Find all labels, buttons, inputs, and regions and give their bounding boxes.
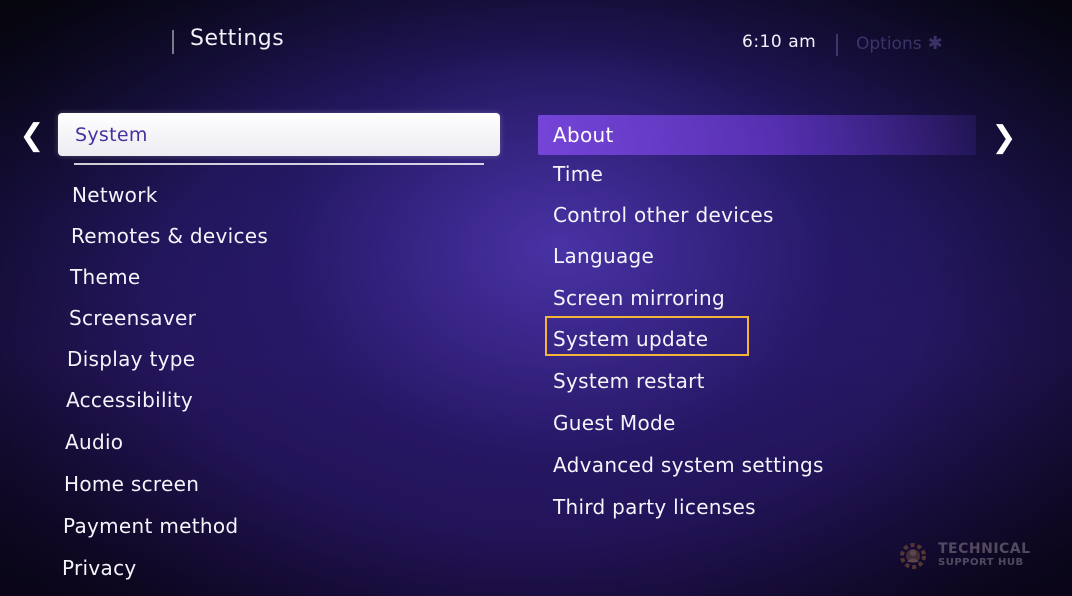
right-menu-item-third-party-licenses[interactable]: Third party licenses xyxy=(553,495,756,519)
header-divider xyxy=(172,30,174,54)
page-title: Settings xyxy=(190,26,285,51)
left-menu-item-network[interactable]: Network xyxy=(72,183,158,207)
left-menu-item-screensaver[interactable]: Screensaver xyxy=(69,306,196,330)
left-menu-item-audio[interactable]: Audio xyxy=(65,430,123,454)
left-menu-item-payment-method[interactable]: Payment method xyxy=(63,514,238,538)
watermark-line-1: TECHNICAL xyxy=(938,541,1031,557)
clock-time: 6:10 xyxy=(742,32,783,52)
chevron-right-icon[interactable]: ❯ xyxy=(990,117,1018,157)
clock-ampm: am xyxy=(788,32,817,52)
left-menu-item-theme[interactable]: Theme xyxy=(70,265,140,289)
left-menu-selected-item[interactable]: System xyxy=(58,113,500,156)
gear-person-icon xyxy=(900,543,926,569)
options-label: Options xyxy=(856,34,922,54)
right-menu-item-control-other-devices[interactable]: Control other devices xyxy=(553,203,774,227)
right-menu-item-screen-mirroring[interactable]: Screen mirroring xyxy=(553,286,725,310)
left-menu-item-accessibility[interactable]: Accessibility xyxy=(66,388,193,412)
asterisk-icon: ✱ xyxy=(927,33,943,54)
clock: 6:10 am xyxy=(742,32,816,52)
header-separator xyxy=(836,34,838,56)
right-menu-item-system-restart[interactable]: System restart xyxy=(553,369,705,393)
left-menu-item-display-type[interactable]: Display type xyxy=(67,347,195,371)
right-menu-item-advanced-system-settings[interactable]: Advanced system settings xyxy=(553,453,824,477)
options-hint[interactable]: Options ✱ xyxy=(856,33,943,54)
left-menu-selected-label: System xyxy=(75,123,148,146)
background-vignette xyxy=(0,0,1072,596)
right-menu-selected-label: About xyxy=(553,123,614,147)
right-menu-selected-item[interactable]: About xyxy=(538,115,976,155)
left-menu-item-remotes[interactable]: Remotes & devices xyxy=(71,224,268,248)
right-menu-item-language[interactable]: Language xyxy=(553,244,654,268)
right-menu-item-time[interactable]: Time xyxy=(553,162,603,186)
left-menu-item-privacy[interactable]: Privacy xyxy=(62,556,137,580)
right-menu-item-guest-mode[interactable]: Guest Mode xyxy=(553,411,676,435)
watermark: TECHNICAL SUPPORT HUB xyxy=(896,538,1036,574)
right-menu-item-system-update[interactable]: System update xyxy=(553,327,708,351)
left-menu-item-home-screen[interactable]: Home screen xyxy=(64,472,199,496)
watermark-text: TECHNICAL SUPPORT HUB xyxy=(938,542,1031,570)
chevron-left-icon[interactable]: ❮ xyxy=(18,115,46,155)
watermark-line-2: SUPPORT HUB xyxy=(938,557,1024,568)
left-menu-divider xyxy=(74,163,484,165)
